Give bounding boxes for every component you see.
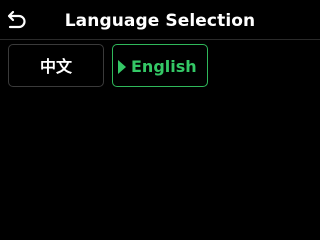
- language-option-chinese[interactable]: 中文: [8, 44, 104, 87]
- header-bar: Language Selection: [0, 0, 320, 40]
- selected-arrow-icon: [118, 60, 126, 74]
- page-title: Language Selection: [64, 11, 256, 31]
- language-option-english[interactable]: English: [112, 44, 208, 87]
- language-label-chinese: 中文: [39, 57, 72, 76]
- language-label-english: English: [131, 57, 197, 76]
